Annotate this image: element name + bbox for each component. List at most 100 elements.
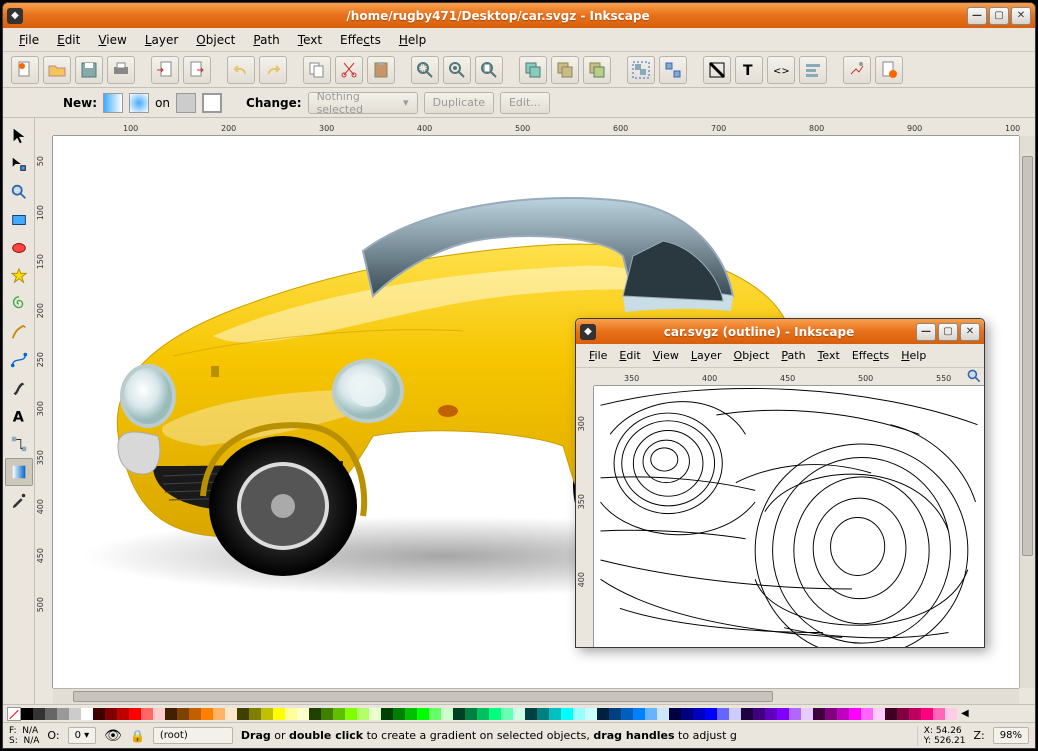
palette-swatch[interactable] [801, 708, 813, 720]
palette-swatch[interactable] [345, 708, 357, 720]
palette-swatch[interactable] [321, 708, 333, 720]
palette-swatch[interactable] [57, 708, 69, 720]
menu-path[interactable]: Path [245, 30, 287, 50]
palette-swatch[interactable] [561, 708, 573, 720]
palette-swatch[interactable] [69, 708, 81, 720]
palette-swatch[interactable] [405, 708, 417, 720]
palette-swatch[interactable] [693, 708, 705, 720]
palette-swatch[interactable] [213, 708, 225, 720]
group-button[interactable] [627, 56, 655, 84]
save-button[interactable] [75, 56, 103, 84]
palette-swatch[interactable] [81, 708, 93, 720]
pointer-tool[interactable] [5, 122, 33, 150]
on-fill-button[interactable] [176, 93, 196, 113]
preferences-button[interactable] [843, 56, 871, 84]
outline-ruler-vertical[interactable]: 300350400 [576, 386, 594, 647]
palette-swatch[interactable] [477, 708, 489, 720]
palette-swatch[interactable] [861, 708, 873, 720]
undo-button[interactable] [227, 56, 255, 84]
palette-swatch[interactable] [93, 708, 105, 720]
palette-swatch[interactable] [621, 708, 633, 720]
duplicate-button[interactable] [519, 56, 547, 84]
maximize-button[interactable]: ▢ [989, 7, 1009, 25]
horizontal-scrollbar-thumb[interactable] [73, 691, 773, 702]
fill-stroke-button[interactable] [703, 56, 731, 84]
palette-swatch[interactable] [249, 708, 261, 720]
xml-editor-button[interactable]: <> [767, 56, 795, 84]
outline-close-button[interactable]: ✕ [960, 323, 980, 341]
new-document-button[interactable] [11, 56, 39, 84]
outline-menu-text[interactable]: Text [813, 346, 845, 365]
palette-swatch[interactable] [105, 708, 117, 720]
opacity-spinner[interactable]: 0 ▾ [68, 727, 97, 744]
palette-swatch[interactable] [237, 708, 249, 720]
spiral-tool[interactable] [5, 290, 33, 318]
outline-ruler-horizontal[interactable]: 350400450500550 [594, 368, 984, 386]
zoom-field[interactable]: 98% [993, 727, 1029, 744]
ungroup-button[interactable] [659, 56, 687, 84]
palette-swatch[interactable] [729, 708, 741, 720]
menu-file[interactable]: File [11, 30, 47, 50]
palette-menu-icon[interactable]: ◀ [961, 708, 969, 719]
calligraphy-tool[interactable] [5, 374, 33, 402]
palette-swatch[interactable] [21, 708, 33, 720]
palette-swatch[interactable] [753, 708, 765, 720]
palette-swatch[interactable] [549, 708, 561, 720]
menu-help[interactable]: Help [391, 30, 434, 50]
outline-menu-file[interactable]: File [584, 346, 612, 365]
layer-lock-toggle[interactable]: 🔒 [130, 729, 145, 743]
redo-button[interactable] [259, 56, 287, 84]
text-properties-button[interactable]: T [735, 56, 763, 84]
palette-swatch[interactable] [273, 708, 285, 720]
palette-swatch[interactable] [837, 708, 849, 720]
palette-swatch[interactable] [189, 708, 201, 720]
text-tool[interactable]: A [5, 402, 33, 430]
close-button[interactable]: ✕ [1011, 7, 1031, 25]
palette-swatch[interactable] [849, 708, 861, 720]
outline-maximize-button[interactable]: ▢ [938, 323, 958, 341]
palette-swatch[interactable] [933, 708, 945, 720]
palette-swatch[interactable] [681, 708, 693, 720]
palette-swatch[interactable] [261, 708, 273, 720]
align-button[interactable] [799, 56, 827, 84]
document-properties-button[interactable] [875, 56, 903, 84]
palette-swatch[interactable] [921, 708, 933, 720]
palette-swatch[interactable] [417, 708, 429, 720]
outline-menu-view[interactable]: View [648, 346, 684, 365]
palette-swatch[interactable] [297, 708, 309, 720]
new-linear-gradient-button[interactable] [103, 93, 123, 113]
palette-swatch[interactable] [381, 708, 393, 720]
palette-swatch[interactable] [465, 708, 477, 720]
palette-swatch[interactable] [777, 708, 789, 720]
outline-menu-layer[interactable]: Layer [686, 346, 727, 365]
palette-swatch[interactable] [585, 708, 597, 720]
duplicate-gradient-button[interactable]: Duplicate [424, 92, 494, 114]
palette-swatch[interactable] [633, 708, 645, 720]
horizontal-scrollbar[interactable] [53, 688, 1019, 704]
palette-swatch[interactable] [453, 708, 465, 720]
print-button[interactable] [107, 56, 135, 84]
palette-swatch[interactable] [489, 708, 501, 720]
palette-swatch[interactable] [45, 708, 57, 720]
vertical-scrollbar-thumb[interactable] [1022, 156, 1033, 556]
palette-swatch[interactable] [597, 708, 609, 720]
palette-swatch[interactable] [789, 708, 801, 720]
palette-swatch[interactable] [609, 708, 621, 720]
palette-swatch[interactable] [813, 708, 825, 720]
palette-swatch[interactable] [201, 708, 213, 720]
gradient-selector-dropdown[interactable]: Nothing selected▾ [308, 92, 418, 114]
palette-swatch[interactable] [357, 708, 369, 720]
minimize-button[interactable]: — [967, 7, 987, 25]
zoom-selection-button[interactable] [411, 56, 439, 84]
cut-button[interactable] [335, 56, 363, 84]
edit-gradient-button[interactable]: Edit... [500, 92, 550, 114]
menu-edit[interactable]: Edit [49, 30, 88, 50]
menu-layer[interactable]: Layer [137, 30, 186, 50]
zoom-page-button[interactable] [475, 56, 503, 84]
unlink-clone-button[interactable] [583, 56, 611, 84]
palette-swatch[interactable] [165, 708, 177, 720]
palette-swatch[interactable] [285, 708, 297, 720]
new-radial-gradient-button[interactable] [129, 93, 149, 113]
ellipse-tool[interactable] [5, 234, 33, 262]
palette-swatch[interactable] [825, 708, 837, 720]
